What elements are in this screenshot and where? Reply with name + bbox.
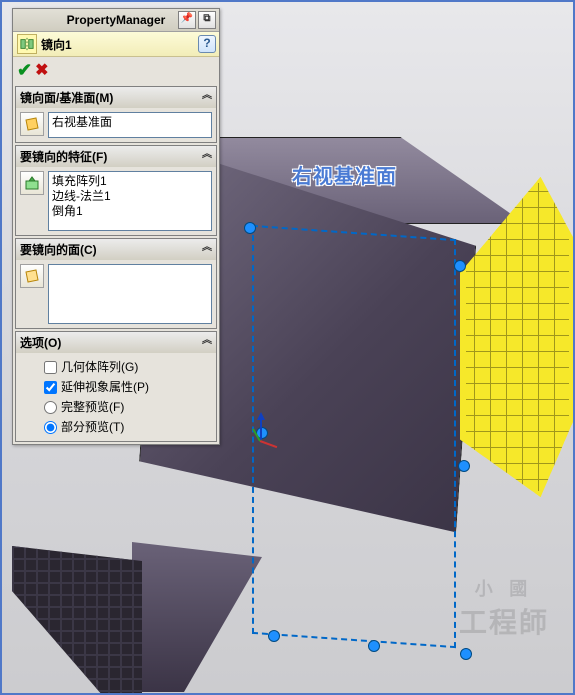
help-icon[interactable]: ? bbox=[198, 35, 216, 53]
feature-selection-list[interactable]: 填充阵列1 边线-法兰1 倒角1 bbox=[48, 171, 212, 231]
option-label: 完整预览(F) bbox=[61, 397, 124, 417]
option-label: 部分预览(T) bbox=[61, 417, 124, 437]
plane-icon bbox=[20, 112, 44, 136]
confirm-row: ✔ ✖ bbox=[13, 57, 219, 84]
section-features: 要镜向的特征(F) ︽ 填充阵列1 边线-法兰1 倒角1 bbox=[15, 145, 217, 236]
feature-name: 镜向1 bbox=[41, 36, 72, 53]
plane-handle[interactable] bbox=[268, 630, 280, 642]
face-icon bbox=[20, 264, 44, 288]
option-label: 几何体阵列(G) bbox=[61, 357, 138, 377]
feature-header: 镜向1 ? bbox=[13, 32, 219, 57]
mirror-feature-icon bbox=[17, 34, 37, 54]
pm-title-text: PropertyManager bbox=[67, 13, 166, 27]
partial-preview-radio[interactable] bbox=[44, 421, 57, 434]
cancel-button[interactable]: ✖ bbox=[35, 60, 48, 81]
section-mirror-plane: 镜向面/基准面(M) ︽ 右视基准面 bbox=[15, 86, 217, 143]
ok-button[interactable]: ✔ bbox=[17, 60, 32, 81]
mirror-plane-selection[interactable]: 右视基准面 bbox=[48, 112, 212, 138]
section-faces: 要镜向的面(C) ︽ bbox=[15, 238, 217, 329]
option-label: 延伸视象属性(P) bbox=[61, 377, 149, 397]
options-icon[interactable]: ⧉ bbox=[198, 11, 216, 29]
origin-triad bbox=[260, 440, 261, 441]
mirror-preview-grid bbox=[460, 177, 573, 497]
plane-handle[interactable] bbox=[368, 640, 380, 652]
plane-handle[interactable] bbox=[460, 648, 472, 660]
extend-visual-checkbox[interactable] bbox=[44, 381, 57, 394]
plane-label-overlay: 右视基准面 bbox=[292, 160, 397, 189]
feature-list-icon bbox=[20, 171, 44, 195]
plane-handle[interactable] bbox=[458, 460, 470, 472]
model-overhang bbox=[132, 542, 262, 692]
list-item[interactable]: 边线-法兰1 bbox=[52, 189, 208, 204]
section-options: 选项(O) ︽ 几何体阵列(G) 延伸视象属性(P) 完整预览(F) 部分预览(… bbox=[15, 331, 217, 442]
collapse-icon[interactable]: ︽ bbox=[201, 335, 213, 347]
face-selection-list[interactable] bbox=[48, 264, 212, 324]
source-grid-pattern bbox=[12, 546, 142, 693]
collapse-icon[interactable]: ︽ bbox=[201, 90, 213, 102]
pin-icon[interactable]: 📌 bbox=[178, 11, 196, 29]
collapse-icon[interactable]: ︽ bbox=[201, 149, 213, 161]
property-manager-panel: PropertyManager 📌 ⧉ 镜向1 ? ✔ ✖ 镜向面/基准面(M)… bbox=[12, 8, 220, 445]
plane-handle[interactable] bbox=[454, 260, 466, 272]
section-header[interactable]: 要镜向的面(C) ︽ bbox=[16, 239, 216, 260]
full-preview-radio[interactable] bbox=[44, 401, 57, 414]
list-item[interactable]: 倒角1 bbox=[52, 204, 208, 219]
plane-handle[interactable] bbox=[244, 222, 256, 234]
section-header[interactable]: 选项(O) ︽ bbox=[16, 332, 216, 353]
section-header[interactable]: 镜向面/基准面(M) ︽ bbox=[16, 87, 216, 108]
collapse-icon[interactable]: ︽ bbox=[201, 242, 213, 254]
geometry-pattern-checkbox[interactable] bbox=[44, 361, 57, 374]
list-item[interactable]: 填充阵列1 bbox=[52, 174, 208, 189]
pm-title-bar: PropertyManager 📌 ⧉ bbox=[13, 9, 219, 32]
section-header[interactable]: 要镜向的特征(F) ︽ bbox=[16, 146, 216, 167]
